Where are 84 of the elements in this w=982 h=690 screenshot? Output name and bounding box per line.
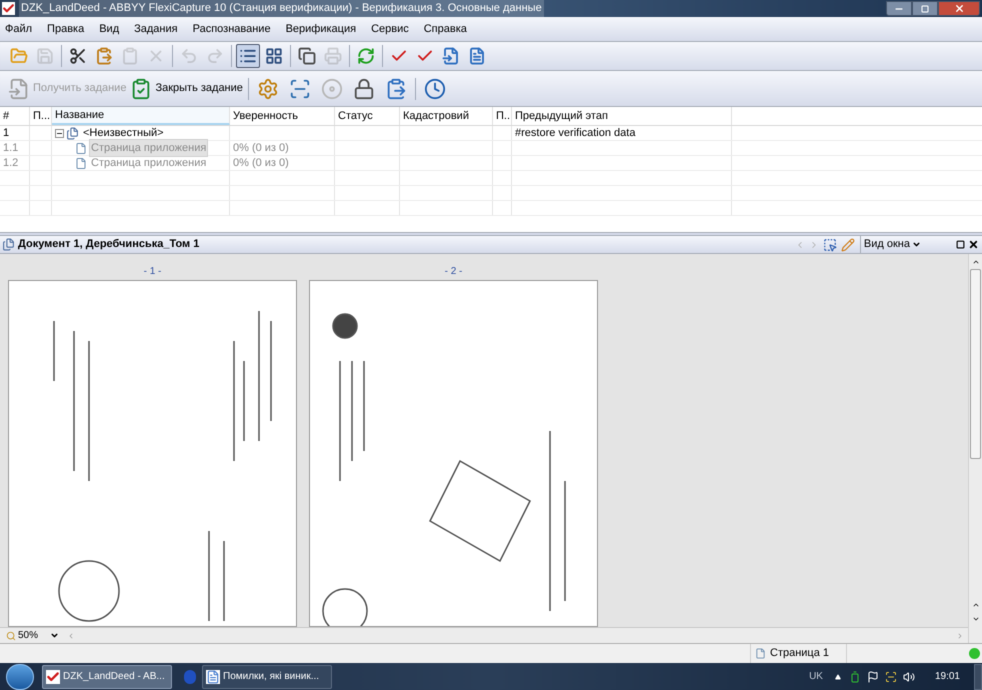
collapse-icon[interactable] bbox=[55, 128, 64, 138]
menu-item[interactable]: Сервис bbox=[371, 20, 409, 38]
column-header[interactable]: Уверенность bbox=[230, 107, 335, 125]
confidence-cell-text: 0% (0 из 0) bbox=[233, 156, 289, 171]
speaker-icon[interactable] bbox=[902, 670, 915, 682]
next-page-icon[interactable] bbox=[972, 615, 980, 623]
column-header[interactable]: # bbox=[0, 107, 30, 125]
toolbar-button[interactable] bbox=[236, 44, 260, 68]
refresh-icon bbox=[357, 47, 375, 65]
page-icon bbox=[75, 142, 87, 154]
row-number: 1.1 bbox=[3, 140, 18, 156]
folder-icon bbox=[10, 47, 28, 65]
list-view-icon bbox=[239, 47, 257, 65]
menu-item[interactable]: Правка bbox=[47, 20, 84, 38]
clock[interactable]: 19:01 bbox=[934, 669, 960, 684]
vertical-scrollbar[interactable] bbox=[968, 254, 982, 643]
restore-icon bbox=[921, 4, 929, 12]
scroll-right-icon[interactable] bbox=[956, 632, 964, 640]
grid-view-icon bbox=[265, 47, 283, 65]
start-button[interactable] bbox=[6, 664, 34, 690]
row-number: 1.2 bbox=[3, 156, 18, 171]
zoom-icon bbox=[6, 630, 16, 640]
row-name: Страница приложения bbox=[90, 140, 208, 156]
page-label: - 2 - bbox=[444, 266, 462, 278]
printer-icon bbox=[324, 47, 342, 65]
status-indicator-icon bbox=[969, 648, 980, 659]
show-hidden-icon[interactable] bbox=[834, 674, 841, 680]
previous-stage-cell-text: #restore verification data bbox=[515, 126, 636, 141]
view-dropdown[interactable]: Вид окна bbox=[860, 236, 924, 253]
close-button[interactable] bbox=[938, 1, 980, 16]
document-right-icon bbox=[468, 47, 486, 65]
dropdown-icon[interactable] bbox=[50, 631, 60, 640]
menu-item[interactable]: Вид bbox=[99, 20, 120, 38]
taskbar-button[interactable]: Помилки, які виник... bbox=[202, 664, 332, 688]
close-icon bbox=[954, 3, 964, 14]
scissors-icon bbox=[69, 47, 87, 65]
page-icon bbox=[75, 156, 87, 170]
scanner-icon bbox=[288, 78, 311, 100]
close-icon[interactable] bbox=[968, 239, 979, 250]
restore-button[interactable] bbox=[912, 1, 938, 16]
menu-item[interactable]: Задания bbox=[134, 20, 178, 38]
battery-icon[interactable] bbox=[848, 670, 861, 682]
app-logo-icon bbox=[2, 2, 15, 15]
status-page: Страница 1 bbox=[770, 646, 830, 662]
disc-icon bbox=[320, 78, 343, 100]
column-header[interactable]: Предыдущий этап bbox=[512, 107, 732, 125]
paste-icon bbox=[95, 47, 113, 65]
save-icon bbox=[36, 47, 54, 65]
redo-icon bbox=[206, 47, 224, 65]
language-indicator[interactable]: UK bbox=[809, 669, 823, 684]
page-icon bbox=[755, 647, 766, 660]
scroll-up-icon[interactable] bbox=[972, 258, 980, 266]
maximize-icon[interactable] bbox=[956, 240, 965, 249]
document-icon bbox=[66, 126, 79, 140]
document-icon bbox=[2, 238, 15, 251]
column-header[interactable]: Название bbox=[52, 107, 230, 125]
flag-icon[interactable] bbox=[866, 670, 879, 682]
scrollbar-thumb[interactable] bbox=[970, 269, 981, 459]
previous-page-icon[interactable] bbox=[972, 601, 980, 609]
task-button[interactable]: Закрыть задание bbox=[128, 74, 245, 104]
confidence-cell-text: 0% (0 из 0) bbox=[233, 140, 289, 156]
row-number: 1 bbox=[3, 126, 10, 141]
taskbar-button[interactable]: DZK_LandDeed - AB... bbox=[42, 664, 172, 688]
row-name: Страница приложения bbox=[90, 156, 208, 171]
clipboard-check-icon bbox=[130, 76, 152, 100]
column-header[interactable]: Статус bbox=[335, 107, 400, 125]
select-area-icon[interactable] bbox=[822, 238, 837, 252]
copy-pages-icon bbox=[298, 47, 316, 65]
row-name: <Неизвестный> bbox=[82, 126, 165, 141]
undo-icon bbox=[180, 47, 198, 65]
column-header[interactable]: Кадастровий bbox=[400, 107, 493, 125]
app-logo-icon bbox=[46, 670, 60, 684]
page-label: - 1 - bbox=[144, 266, 162, 278]
column-header[interactable]: П.. bbox=[493, 107, 512, 125]
caret-icon bbox=[912, 240, 921, 249]
minimize-button[interactable] bbox=[886, 1, 912, 16]
window-title: DZK_LandDeed - ABBYY FlexiCapture 10 (Станция верификации) - Верификация 3. Основные данные bbox=[19, 0, 544, 17]
pencil-icon[interactable] bbox=[840, 238, 855, 252]
menu-item[interactable]: Справка bbox=[424, 20, 467, 38]
document-title: Документ 1, Деребчинська_Том 1 bbox=[18, 237, 200, 252]
menu-item[interactable]: Верификация bbox=[286, 20, 356, 38]
zoom-level[interactable]: 50% bbox=[18, 628, 38, 643]
menu-item[interactable]: Файл bbox=[5, 20, 32, 38]
menu-item[interactable]: Распознавание bbox=[192, 20, 271, 38]
